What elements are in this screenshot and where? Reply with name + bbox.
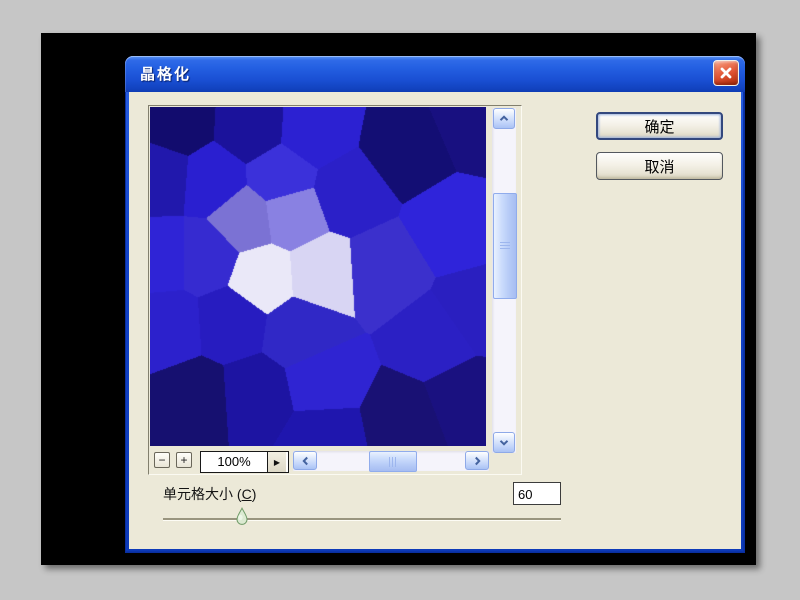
preview-frame: − + 100% ▶ (148, 105, 522, 475)
close-button[interactable] (713, 60, 739, 86)
cell-size-input[interactable] (513, 482, 561, 505)
zoom-level-display: 100% (201, 452, 267, 472)
scroll-left-button[interactable] (293, 451, 317, 470)
chevron-left-icon (302, 456, 309, 466)
vertical-scroll-thumb[interactable] (493, 193, 517, 299)
cell-size-slider[interactable] (163, 505, 561, 531)
preview-horizontal-scrollbar[interactable] (293, 451, 489, 471)
cell-size-label-suffix: ) (252, 486, 257, 502)
slider-thumb[interactable] (235, 507, 249, 526)
cell-size-label-text: 单元格大小 ( (163, 486, 242, 502)
zoom-menu-button[interactable]: ▶ (267, 452, 286, 472)
screen: 晶格化 (0, 0, 800, 600)
dialog-titlebar[interactable]: 晶格化 (125, 56, 745, 92)
zoom-in-button[interactable]: + (176, 452, 192, 468)
horizontal-scroll-thumb[interactable] (369, 451, 417, 472)
chevron-down-icon (499, 439, 509, 446)
crystallize-preview-image[interactable] (150, 107, 486, 446)
cell-size-label: 单元格大小 (C) (163, 484, 256, 504)
thumb-grip (500, 242, 510, 251)
cancel-button[interactable]: 取消 (596, 152, 723, 180)
preview-zoom-row: − + 100% ▶ (150, 450, 490, 472)
cell-size-accesskey: C (242, 486, 252, 502)
ok-button[interactable]: 确定 (596, 112, 723, 140)
scroll-up-button[interactable] (493, 108, 515, 129)
thumb-grip (389, 457, 398, 467)
dialog-body: − + 100% ▶ (129, 92, 741, 549)
scroll-right-button[interactable] (465, 451, 489, 470)
right-triangle-icon: ▶ (274, 458, 280, 467)
zoom-level-group: 100% ▶ (200, 451, 289, 473)
slider-track[interactable] (163, 518, 561, 521)
chevron-up-icon (499, 115, 509, 122)
crystallize-dialog: 晶格化 (125, 56, 745, 553)
zoom-out-button[interactable]: − (154, 452, 170, 468)
scroll-down-button[interactable] (493, 432, 515, 453)
preview-vertical-scrollbar[interactable] (492, 108, 516, 453)
dialog-title: 晶格化 (140, 56, 191, 93)
chevron-right-icon (474, 456, 481, 466)
close-icon (718, 65, 734, 81)
